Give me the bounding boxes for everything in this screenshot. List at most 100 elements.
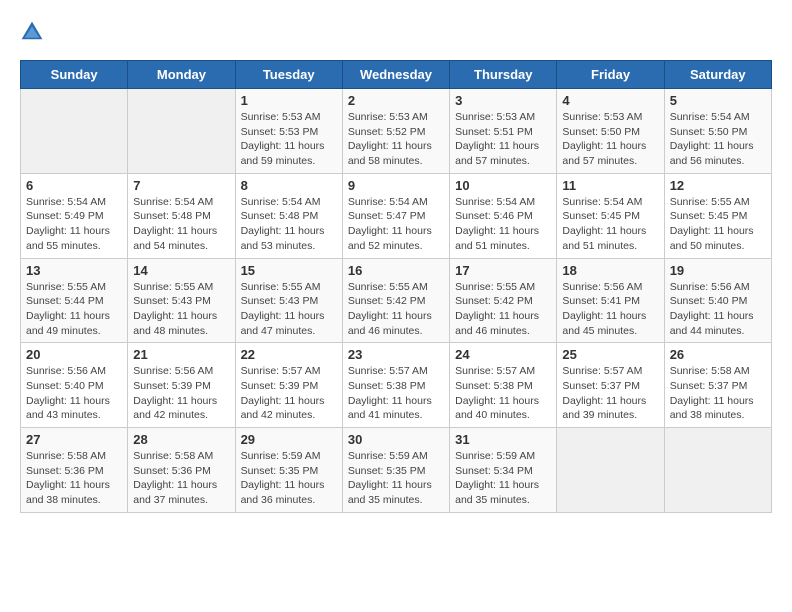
day-info: Sunrise: 5:53 AM Sunset: 5:50 PM Dayligh… xyxy=(562,110,658,169)
calendar-cell: 27 Sunrise: 5:58 AM Sunset: 5:36 PM Dayli… xyxy=(21,428,128,513)
calendar-week-1: 1Sunrise: 5:53 AM Sunset: 5:53 PM Daylig… xyxy=(21,89,772,174)
day-number: 6 xyxy=(26,178,122,193)
day-number: 26 xyxy=(670,347,766,362)
day-info: Sunrise: 5:54 AM Sunset: 5:46 PM Dayligh… xyxy=(455,195,551,254)
calendar-cell: 25 Sunrise: 5:57 AM Sunset: 5:37 PM Dayli… xyxy=(557,343,664,428)
weekday-row: SundayMondayTuesdayWednesdayThursdayFrid… xyxy=(21,61,772,89)
day-info: Sunrise: 5:57 AM Sunset: 5:38 PM Dayligh… xyxy=(348,364,444,423)
calendar-cell: 2 Sunrise: 5:53 AM Sunset: 5:52 PM Daylig… xyxy=(342,89,449,174)
day-number: 25 xyxy=(562,347,658,362)
day-number: 7 xyxy=(133,178,229,193)
calendar-cell: 19 Sunrise: 5:56 AM Sunset: 5:40 PM Dayli… xyxy=(664,258,771,343)
day-info: Sunrise: 5:59 AM Sunset: 5:35 PM Dayligh… xyxy=(348,449,444,508)
calendar-cell: 21 Sunrise: 5:56 AM Sunset: 5:39 PM Dayli… xyxy=(128,343,235,428)
day-number: 24 xyxy=(455,347,551,362)
day-number: 17 xyxy=(455,263,551,278)
calendar-cell: 31Sunrise: 5:59 AM Sunset: 5:34 PM Dayli… xyxy=(450,428,557,513)
day-number: 18 xyxy=(562,263,658,278)
calendar-body: 1Sunrise: 5:53 AM Sunset: 5:53 PM Daylig… xyxy=(21,89,772,513)
calendar-cell: 7 Sunrise: 5:54 AM Sunset: 5:48 PM Daylig… xyxy=(128,173,235,258)
day-number: 28 xyxy=(133,432,229,447)
day-info: Sunrise: 5:57 AM Sunset: 5:39 PM Dayligh… xyxy=(241,364,337,423)
day-info: Sunrise: 5:55 AM Sunset: 5:43 PM Dayligh… xyxy=(241,280,337,339)
day-info: Sunrise: 5:58 AM Sunset: 5:36 PM Dayligh… xyxy=(133,449,229,508)
day-number: 4 xyxy=(562,93,658,108)
weekday-header-saturday: Saturday xyxy=(664,61,771,89)
day-number: 14 xyxy=(133,263,229,278)
calendar-week-4: 20Sunrise: 5:56 AM Sunset: 5:40 PM Dayli… xyxy=(21,343,772,428)
calendar-cell: 16Sunrise: 5:55 AM Sunset: 5:42 PM Dayli… xyxy=(342,258,449,343)
calendar-cell xyxy=(557,428,664,513)
weekday-header-sunday: Sunday xyxy=(21,61,128,89)
day-info: Sunrise: 5:53 AM Sunset: 5:53 PM Dayligh… xyxy=(241,110,337,169)
calendar-cell: 12 Sunrise: 5:55 AM Sunset: 5:45 PM Dayli… xyxy=(664,173,771,258)
calendar-cell xyxy=(664,428,771,513)
day-number: 13 xyxy=(26,263,122,278)
day-info: Sunrise: 5:58 AM Sunset: 5:36 PM Dayligh… xyxy=(26,449,122,508)
calendar-table: SundayMondayTuesdayWednesdayThursdayFrid… xyxy=(20,60,772,513)
weekday-header-friday: Friday xyxy=(557,61,664,89)
calendar-cell: 13 Sunrise: 5:55 AM Sunset: 5:44 PM Dayli… xyxy=(21,258,128,343)
calendar-cell: 3 Sunrise: 5:53 AM Sunset: 5:51 PM Daylig… xyxy=(450,89,557,174)
calendar-week-3: 13 Sunrise: 5:55 AM Sunset: 5:44 PM Dayli… xyxy=(21,258,772,343)
day-info: Sunrise: 5:55 AM Sunset: 5:45 PM Dayligh… xyxy=(670,195,766,254)
calendar-cell: 15 Sunrise: 5:55 AM Sunset: 5:43 PM Dayli… xyxy=(235,258,342,343)
calendar-header: SundayMondayTuesdayWednesdayThursdayFrid… xyxy=(21,61,772,89)
day-info: Sunrise: 5:59 AM Sunset: 5:35 PM Dayligh… xyxy=(241,449,337,508)
calendar-cell: 18 Sunrise: 5:56 AM Sunset: 5:41 PM Dayli… xyxy=(557,258,664,343)
day-info: Sunrise: 5:55 AM Sunset: 5:42 PM Dayligh… xyxy=(455,280,551,339)
weekday-header-monday: Monday xyxy=(128,61,235,89)
calendar-cell: 28 Sunrise: 5:58 AM Sunset: 5:36 PM Dayli… xyxy=(128,428,235,513)
weekday-header-tuesday: Tuesday xyxy=(235,61,342,89)
day-info: Sunrise: 5:56 AM Sunset: 5:41 PM Dayligh… xyxy=(562,280,658,339)
calendar-cell: 6Sunrise: 5:54 AM Sunset: 5:49 PM Daylig… xyxy=(21,173,128,258)
day-number: 27 xyxy=(26,432,122,447)
day-info: Sunrise: 5:58 AM Sunset: 5:37 PM Dayligh… xyxy=(670,364,766,423)
day-info: Sunrise: 5:57 AM Sunset: 5:38 PM Dayligh… xyxy=(455,364,551,423)
calendar-cell xyxy=(128,89,235,174)
day-info: Sunrise: 5:56 AM Sunset: 5:40 PM Dayligh… xyxy=(670,280,766,339)
page-header xyxy=(20,20,772,44)
day-number: 11 xyxy=(562,178,658,193)
day-info: Sunrise: 5:59 AM Sunset: 5:34 PM Dayligh… xyxy=(455,449,551,508)
day-number: 8 xyxy=(241,178,337,193)
day-number: 3 xyxy=(455,93,551,108)
calendar-cell: 17 Sunrise: 5:55 AM Sunset: 5:42 PM Dayli… xyxy=(450,258,557,343)
day-number: 19 xyxy=(670,263,766,278)
calendar-week-2: 6Sunrise: 5:54 AM Sunset: 5:49 PM Daylig… xyxy=(21,173,772,258)
day-number: 12 xyxy=(670,178,766,193)
calendar-week-5: 27 Sunrise: 5:58 AM Sunset: 5:36 PM Dayli… xyxy=(21,428,772,513)
logo xyxy=(20,20,48,44)
day-number: 15 xyxy=(241,263,337,278)
day-info: Sunrise: 5:57 AM Sunset: 5:37 PM Dayligh… xyxy=(562,364,658,423)
calendar-cell: 10 Sunrise: 5:54 AM Sunset: 5:46 PM Dayli… xyxy=(450,173,557,258)
weekday-header-wednesday: Wednesday xyxy=(342,61,449,89)
day-number: 22 xyxy=(241,347,337,362)
calendar-cell: 24 Sunrise: 5:57 AM Sunset: 5:38 PM Dayli… xyxy=(450,343,557,428)
calendar-cell: 11Sunrise: 5:54 AM Sunset: 5:45 PM Dayli… xyxy=(557,173,664,258)
day-info: Sunrise: 5:55 AM Sunset: 5:43 PM Dayligh… xyxy=(133,280,229,339)
day-number: 21 xyxy=(133,347,229,362)
logo-icon xyxy=(20,20,44,44)
weekday-header-thursday: Thursday xyxy=(450,61,557,89)
day-number: 2 xyxy=(348,93,444,108)
calendar-cell: 1Sunrise: 5:53 AM Sunset: 5:53 PM Daylig… xyxy=(235,89,342,174)
calendar-cell: 4 Sunrise: 5:53 AM Sunset: 5:50 PM Daylig… xyxy=(557,89,664,174)
calendar-cell: 14 Sunrise: 5:55 AM Sunset: 5:43 PM Dayli… xyxy=(128,258,235,343)
day-info: Sunrise: 5:54 AM Sunset: 5:48 PM Dayligh… xyxy=(133,195,229,254)
day-info: Sunrise: 5:56 AM Sunset: 5:40 PM Dayligh… xyxy=(26,364,122,423)
calendar-cell: 23Sunrise: 5:57 AM Sunset: 5:38 PM Dayli… xyxy=(342,343,449,428)
calendar-cell: 29 Sunrise: 5:59 AM Sunset: 5:35 PM Dayli… xyxy=(235,428,342,513)
calendar-cell: 22 Sunrise: 5:57 AM Sunset: 5:39 PM Dayli… xyxy=(235,343,342,428)
day-info: Sunrise: 5:56 AM Sunset: 5:39 PM Dayligh… xyxy=(133,364,229,423)
calendar-cell xyxy=(21,89,128,174)
day-number: 30 xyxy=(348,432,444,447)
day-number: 29 xyxy=(241,432,337,447)
day-info: Sunrise: 5:55 AM Sunset: 5:42 PM Dayligh… xyxy=(348,280,444,339)
day-info: Sunrise: 5:53 AM Sunset: 5:52 PM Dayligh… xyxy=(348,110,444,169)
day-info: Sunrise: 5:54 AM Sunset: 5:48 PM Dayligh… xyxy=(241,195,337,254)
day-number: 9 xyxy=(348,178,444,193)
day-info: Sunrise: 5:55 AM Sunset: 5:44 PM Dayligh… xyxy=(26,280,122,339)
day-info: Sunrise: 5:53 AM Sunset: 5:51 PM Dayligh… xyxy=(455,110,551,169)
day-number: 10 xyxy=(455,178,551,193)
